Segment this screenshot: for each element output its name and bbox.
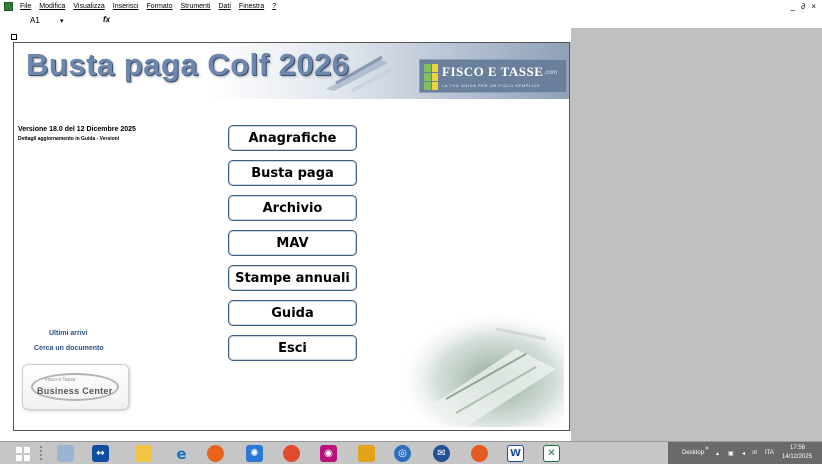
name-box[interactable]: A1 ▾ bbox=[30, 16, 90, 25]
chevron-right-icon[interactable]: » bbox=[705, 445, 709, 452]
menu-formato[interactable]: Formato bbox=[146, 3, 172, 10]
logo-tiles-icon bbox=[424, 64, 438, 90]
menu-help[interactable]: ? bbox=[272, 3, 276, 10]
logo-brand: FISCO E TASSE bbox=[442, 64, 544, 79]
excel-icon[interactable]: ✕ bbox=[543, 445, 560, 462]
business-center-logo[interactable]: Fisco e Tasse Business Center bbox=[22, 364, 129, 410]
page-title: Busta paga Colf 2026 bbox=[26, 47, 350, 82]
window-controls[interactable]: _ ∂ × bbox=[790, 2, 818, 11]
menu-modifica[interactable]: Modifica bbox=[39, 3, 65, 10]
chrome-icon[interactable] bbox=[283, 445, 300, 462]
system-tray: Desktop » ▴ ▣ ◂ ııl ITA 17:56 14/12/2025 bbox=[668, 442, 822, 464]
camera-icon[interactable]: ◉ bbox=[320, 445, 337, 462]
sheet-bottom-strip bbox=[0, 431, 571, 441]
windows-start-icon[interactable] bbox=[14, 445, 31, 462]
right-pane bbox=[571, 28, 822, 441]
sheet-top-strip bbox=[0, 28, 571, 42]
esci-button[interactable]: Esci bbox=[228, 335, 357, 361]
taskbar: ↔ e ✺ ◉ ◎ ✉ W ✕ Desktop » ▴ ▣ ◂ ııl ITA … bbox=[0, 441, 822, 464]
formula-bar: A1 ▾ fx bbox=[0, 14, 822, 28]
stampe-annuali-button[interactable]: Stampe annuali bbox=[228, 265, 357, 291]
function-icon[interactable]: fx bbox=[103, 15, 110, 24]
chrome-canary-icon[interactable] bbox=[471, 445, 488, 462]
clock-time[interactable]: 17:56 bbox=[790, 445, 805, 451]
firefox-icon[interactable] bbox=[207, 445, 224, 462]
menu-file[interactable]: File bbox=[20, 3, 31, 10]
mav-button[interactable]: MAV bbox=[228, 230, 357, 256]
anagrafiche-button[interactable]: Anagrafiche bbox=[228, 125, 357, 151]
word-icon[interactable]: W bbox=[507, 445, 524, 462]
signal-icon[interactable]: ııl bbox=[752, 450, 757, 456]
language-indicator[interactable]: ITA bbox=[765, 450, 774, 456]
cell-reference: A1 bbox=[30, 16, 40, 25]
cerca-documento-link[interactable]: Cerca un documento bbox=[34, 345, 104, 352]
menu-bar: File Modifica Visualizza Inserisci Forma… bbox=[0, 0, 822, 14]
main-panel: Busta paga Colf 2026 FISCO E TASSE .com … bbox=[13, 42, 570, 431]
thunderbird-icon[interactable]: ✉ bbox=[433, 445, 450, 462]
tray-arrow-icon[interactable]: ▴ bbox=[716, 450, 719, 457]
excel-app-icon[interactable] bbox=[4, 2, 13, 11]
cell-marker-icon bbox=[11, 34, 17, 40]
settings-icon[interactable]: ✺ bbox=[246, 445, 263, 462]
volume-icon[interactable]: ◂ bbox=[742, 450, 745, 457]
clock-date[interactable]: 14/12/2025 bbox=[782, 454, 812, 460]
business-center-small: Fisco e Tasse bbox=[45, 377, 76, 383]
header-banner: Busta paga Colf 2026 FISCO E TASSE .com … bbox=[14, 43, 569, 99]
ultimi-arrivi-link[interactable]: Ultimi arrivi bbox=[49, 330, 88, 337]
file-explorer-icon[interactable] bbox=[57, 445, 74, 462]
business-center-title: Business Center bbox=[37, 386, 113, 396]
menu-dati[interactable]: Dati bbox=[218, 3, 230, 10]
teamviewer-icon[interactable]: ↔ bbox=[92, 445, 109, 462]
fisco-e-tasse-logo[interactable]: FISCO E TASSE .com LA TUA GUIDA PER UN F… bbox=[419, 59, 567, 93]
menu-finestra[interactable]: Finestra bbox=[239, 3, 264, 10]
menu-strumenti[interactable]: Strumenti bbox=[181, 3, 211, 10]
folder-icon[interactable] bbox=[135, 445, 152, 462]
taskbar-separator bbox=[40, 446, 42, 461]
version-details: Dettagli aggiornamento in Guida - Versio… bbox=[18, 136, 120, 142]
logo-tagline: LA TUA GUIDA PER UN FISCO SEMPLICE bbox=[442, 83, 541, 88]
sheet-left-strip bbox=[0, 28, 13, 441]
version-label: Versione 18.0 del 12 Dicembre 2025 bbox=[18, 126, 136, 133]
internet-explorer-icon[interactable]: e bbox=[173, 445, 190, 463]
network-icon[interactable]: ▣ bbox=[728, 450, 734, 457]
logo-dotcom: .com bbox=[544, 70, 558, 76]
menu-inserisci[interactable]: Inserisci bbox=[113, 3, 139, 10]
pen-image-icon bbox=[326, 55, 393, 93]
sticky-notes-icon[interactable] bbox=[358, 445, 375, 462]
guida-button[interactable]: Guida bbox=[228, 300, 357, 326]
chevron-down-icon[interactable]: ▾ bbox=[60, 18, 64, 25]
menu-visualizza[interactable]: Visualizza bbox=[73, 3, 104, 10]
office-photo-icon bbox=[396, 309, 564, 427]
archivio-button[interactable]: Archivio bbox=[228, 195, 357, 221]
edge-icon[interactable]: ◎ bbox=[394, 445, 411, 462]
desktop-toolbar[interactable]: Desktop bbox=[682, 450, 704, 456]
busta-paga-button[interactable]: Busta paga bbox=[228, 160, 357, 186]
